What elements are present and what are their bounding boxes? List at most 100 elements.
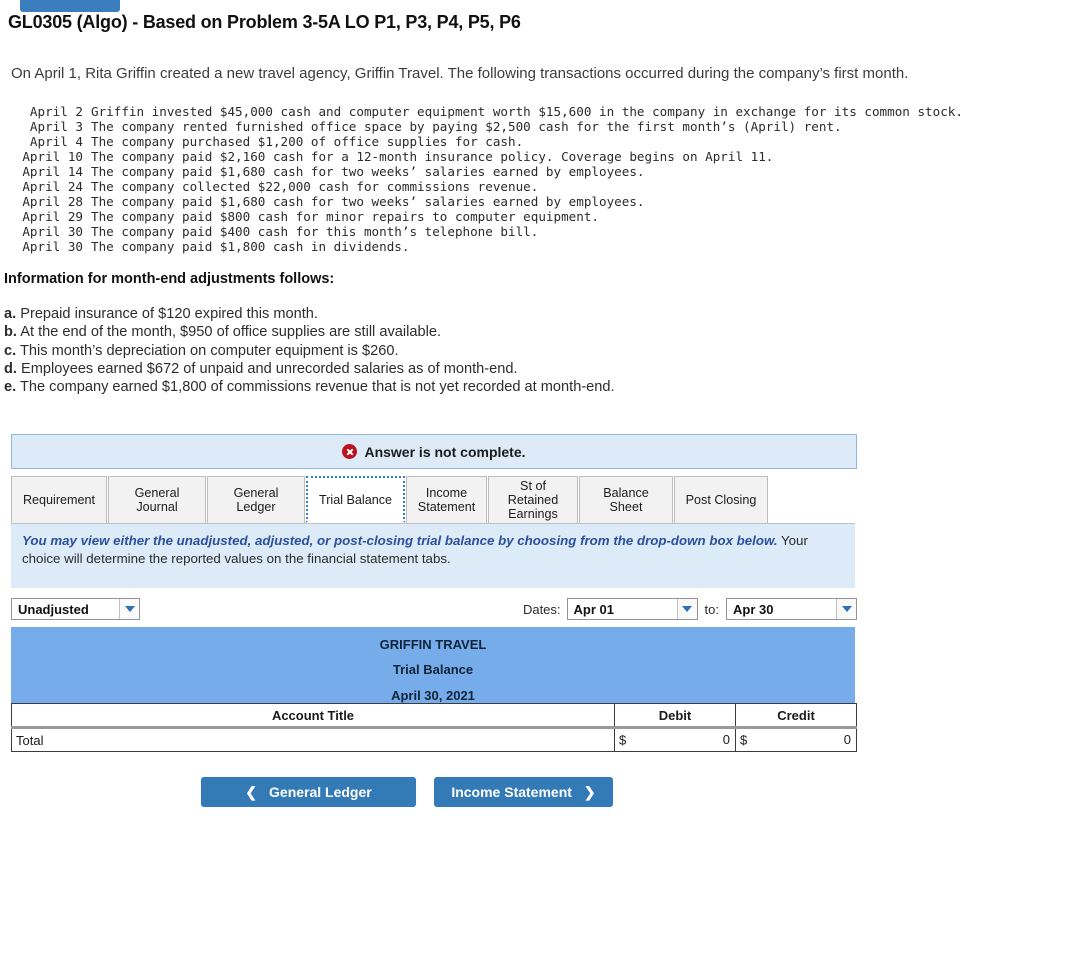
adjustment-text: At the end of the month, $950 of office … — [16, 324, 442, 341]
date-to-select[interactable]: Apr 30 — [726, 598, 857, 620]
adjustment-item: d. Employees earned $672 of unpaid and u… — [4, 360, 615, 378]
income-statement-button[interactable]: Income Statement ❯ — [434, 777, 613, 807]
transaction-date: April 2 — [29, 104, 83, 119]
adjustment-text: This month’s depreciation on computer eq… — [16, 342, 399, 359]
top-partial-button[interactable] — [20, 0, 120, 12]
table-header-row: Account Title Debit Credit — [11, 703, 857, 728]
period-select[interactable]: Unadjusted — [11, 598, 140, 620]
adjustment-letter: a. — [4, 306, 17, 322]
transaction-row: April 30 The company paid $1,800 cash in … — [11, 239, 963, 254]
tab-balance-sheet[interactable]: Balance Sheet — [579, 476, 673, 523]
transaction-row: April 4 The company purchased $1,200 of o… — [11, 134, 963, 149]
statement-company: GRIFFIN TRAVEL — [379, 637, 487, 652]
tab-st-of-retained-earnings[interactable]: St of Retained Earnings — [488, 476, 578, 523]
transaction-text: The company paid $800 cash for minor rep… — [91, 209, 599, 224]
tab-label: Requirement — [22, 493, 96, 507]
column-header-debit: Debit — [614, 703, 736, 728]
date-from-value: Apr 01 — [573, 601, 614, 617]
statement-header: GRIFFIN TRAVEL Trial Balance April 30, 2… — [11, 627, 855, 703]
adjustment-text: Prepaid insurance of $120 expired this m… — [16, 306, 318, 322]
statement-title: Trial Balance — [392, 662, 474, 678]
adjustment-text: The company earned $1,800 of commissions… — [16, 379, 615, 396]
transaction-text: The company paid $1,680 cash for two wee… — [91, 164, 645, 179]
cell-amount: 0 — [843, 732, 851, 747]
chevron-left-icon: ❮ — [245, 783, 258, 800]
navigation-buttons: ❮ General Ledger Income Statement ❯ — [201, 777, 613, 807]
adjustments-list: a. Prepaid insurance of $120 expired thi… — [4, 305, 615, 396]
transaction-text: The company paid $400 cash for this mont… — [91, 224, 539, 239]
tab-label: Income Statement — [417, 486, 476, 514]
dates-label: Dates: — [522, 601, 561, 617]
cell-account-title: Total — [11, 726, 615, 752]
tab-label: St of Retained Earnings — [507, 479, 559, 521]
tab-general-ledger[interactable]: General Ledger — [207, 476, 305, 523]
transaction-row: April 24 The company collected $22,000 ca… — [11, 179, 963, 194]
adjustment-item: a. Prepaid insurance of $120 expired thi… — [4, 305, 615, 323]
column-header-account-title: Account Title — [11, 703, 615, 728]
tab-strip: Requirement General Journal General Ledger… — [11, 476, 855, 524]
tab-income-statement[interactable]: Income Statement — [406, 476, 487, 523]
adjustment-item: b. At the end of the month, $950 of offi… — [4, 323, 615, 341]
error-circle-x-icon — [342, 444, 358, 459]
adjustment-letter: d. — [4, 360, 17, 377]
tab-label: General Ledger — [233, 486, 279, 514]
adjustment-letter: c. — [4, 342, 17, 359]
alert-message: Answer is not complete. — [364, 443, 526, 460]
date-to-value: Apr 30 — [733, 601, 774, 617]
currency-symbol: $ — [619, 732, 627, 748]
transaction-date: April 10 — [22, 149, 83, 164]
transaction-row: April 3 The company rented furnished offi… — [11, 119, 963, 134]
chevron-down-icon[interactable] — [836, 599, 856, 619]
transaction-date: April 24 — [22, 179, 83, 194]
cell-credit: $0 — [735, 726, 857, 752]
adjustment-item: e. The company earned $1,800 of commissi… — [4, 378, 615, 396]
tab-general-journal[interactable]: General Journal — [108, 476, 206, 523]
adjustment-item: c. This month’s depreciation on computer… — [4, 342, 615, 360]
adjustment-letter: b. — [4, 324, 17, 341]
tab-label: General Journal — [134, 486, 180, 514]
adjustment-text: Employees earned $672 of unpaid and unre… — [16, 360, 518, 377]
trial-balance-table: Account Title Debit Credit Total $0 $0 — [11, 703, 857, 752]
cell-debit: $0 — [614, 726, 736, 752]
cell-amount: 0 — [722, 732, 730, 747]
transaction-date: April 30 — [22, 224, 83, 239]
table-row: Total $0 $0 — [11, 726, 857, 752]
currency-symbol: $ — [740, 732, 748, 748]
general-ledger-button-label: General Ledger — [269, 784, 372, 800]
info-panel: You may view either the unadjusted, adju… — [11, 524, 855, 588]
income-statement-button-label: Income Statement — [451, 784, 572, 800]
transaction-text: The company paid $2,160 cash for a 12-mo… — [91, 149, 774, 164]
chevron-down-icon[interactable] — [119, 599, 139, 619]
period-select-value: Unadjusted — [18, 601, 89, 617]
transaction-text: The company paid $1,680 cash for two wee… — [91, 194, 645, 209]
tab-post-closing[interactable]: Post Closing — [674, 476, 768, 523]
page-title: GL0305 (Algo) - Based on Problem 3-5A LO… — [8, 12, 521, 32]
chevron-down-icon[interactable] — [676, 599, 697, 619]
transaction-text: The company purchased $1,200 of office s… — [91, 134, 524, 149]
transaction-row: April 29 The company paid $800 cash for m… — [11, 209, 963, 224]
status-alert: Answer is not complete. — [11, 434, 857, 469]
transaction-date: April 28 — [22, 194, 83, 209]
chevron-right-icon: ❯ — [583, 783, 596, 800]
transaction-text: The company collected $22,000 cash for c… — [91, 179, 539, 194]
intro-paragraph: On April 1, Rita Griffin created a new t… — [11, 65, 909, 82]
transaction-row: April 2 Griffin invested $45,000 cash and… — [11, 104, 963, 119]
tab-strip-filler — [769, 476, 855, 523]
tab-requirement[interactable]: Requirement — [11, 476, 107, 523]
transaction-date: April 4 — [29, 134, 83, 149]
controls-row: Unadjusted Dates: Apr 01 to: Apr 30 — [11, 598, 857, 622]
date-from-select[interactable]: Apr 01 — [566, 598, 698, 620]
transaction-row: April 14 The company paid $1,680 cash for… — [11, 164, 963, 179]
info-panel-emphasis: You may view either the unadjusted, adju… — [22, 533, 778, 548]
transaction-date: April 14 — [22, 164, 83, 179]
transaction-row: April 30 The company paid $400 cash for t… — [11, 224, 963, 239]
transaction-text: The company rented furnished office spac… — [91, 119, 842, 134]
transaction-date: April 3 — [29, 119, 83, 134]
tab-trial-balance[interactable]: Trial Balance — [306, 476, 405, 523]
column-header-credit: Credit — [735, 703, 857, 728]
adjustment-letter: e. — [4, 379, 17, 396]
general-ledger-button[interactable]: ❮ General Ledger — [201, 777, 416, 807]
transaction-text: Griffin invested $45,000 cash and comput… — [91, 104, 963, 119]
transaction-row: April 28 The company paid $1,680 cash for… — [11, 194, 963, 209]
to-label: to: — [704, 601, 719, 617]
